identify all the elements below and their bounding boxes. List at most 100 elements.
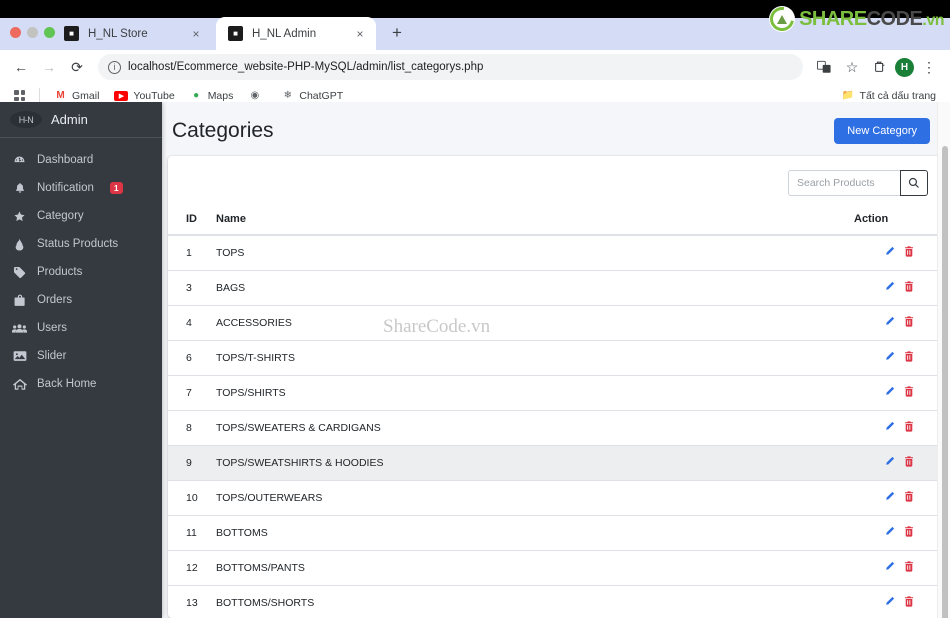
extensions-icon[interactable] <box>867 54 893 80</box>
translate-icon[interactable] <box>811 54 837 80</box>
cell-action <box>854 375 944 411</box>
sidebar-item-notification[interactable]: Notification 1 <box>0 174 162 202</box>
pencil-icon[interactable] <box>884 526 895 540</box>
sidebar-item-category[interactable]: Category <box>0 202 162 230</box>
pencil-icon[interactable] <box>884 456 895 470</box>
table-row[interactable]: 13 BOTTOMS/SHORTS <box>168 585 944 618</box>
trash-icon[interactable] <box>904 526 914 540</box>
reload-icon[interactable]: ⟳ <box>64 54 90 80</box>
vertical-scrollbar-thumb[interactable] <box>942 146 948 618</box>
back-icon[interactable]: ← <box>8 54 34 80</box>
table-row[interactable]: 8 TOPS/SWEATERS & CARDIGANS <box>168 410 944 446</box>
logo-share-text: SHARE <box>799 7 867 30</box>
cell-id: 7 <box>168 375 216 411</box>
pencil-icon[interactable] <box>884 596 895 610</box>
browser-toolbar: ← → ⟳ i localhost/Ecommerce_website-PHP-… <box>0 50 950 84</box>
sidebar-item-users[interactable]: Users <box>0 314 162 342</box>
cell-id: 9 <box>168 445 216 481</box>
table-row[interactable]: 9 TOPS/SWEATSHIRTS & HOODIES <box>168 445 944 481</box>
profile-avatar[interactable]: H <box>895 57 914 77</box>
table-row[interactable]: 11 BOTTOMS <box>168 515 944 551</box>
image-icon <box>12 350 27 362</box>
table-row[interactable]: 6 TOPS/T-SHIRTS <box>168 340 944 376</box>
bookmark-star-icon[interactable]: ☆ <box>839 54 865 80</box>
cell-name: BOTTOMS/PANTS <box>216 550 854 586</box>
table-row[interactable]: 3 BAGS <box>168 270 944 306</box>
new-category-button[interactable]: New Category <box>834 118 930 144</box>
sidebar-item-products[interactable]: Products <box>0 258 162 286</box>
bookmark-label: ChatGPT <box>299 89 344 102</box>
cell-name: TOPS/OUTERWEARS <box>216 480 854 516</box>
divider <box>39 88 40 103</box>
bag-icon <box>12 294 27 307</box>
sidebar-item-back-home[interactable]: Back Home <box>0 370 162 398</box>
tachometer-icon <box>12 154 27 167</box>
sidebar-item-slider[interactable]: Slider <box>0 342 162 370</box>
trash-icon[interactable] <box>904 386 914 400</box>
table-row[interactable]: 10 TOPS/OUTERWEARS <box>168 480 944 516</box>
trash-icon[interactable] <box>904 281 914 295</box>
cell-action <box>854 515 944 551</box>
tab-favicon-icon: ■ <box>228 26 243 41</box>
search-button[interactable] <box>900 170 928 196</box>
address-bar[interactable]: i localhost/Ecommerce_website-PHP-MySQL/… <box>98 54 803 80</box>
users-icon <box>12 323 27 334</box>
cell-name: TOPS/SWEATERS & CARDIGANS <box>216 410 854 446</box>
sidebar-brand[interactable]: H-N Admin <box>0 102 162 138</box>
site-info-icon[interactable]: i <box>108 60 121 74</box>
cell-id: 10 <box>168 480 216 516</box>
cell-id: 11 <box>168 515 216 551</box>
brand-logo-icon: H-N <box>10 111 42 128</box>
close-window-button[interactable] <box>10 27 21 38</box>
sharecode-watermark-logo: SHARECODE.vn <box>765 2 944 36</box>
pencil-icon[interactable] <box>884 561 895 575</box>
browser-tab-admin[interactable]: ■ H_NL Admin × <box>216 17 376 50</box>
cell-action <box>854 234 944 271</box>
pencil-icon[interactable] <box>884 386 895 400</box>
table-row[interactable]: 7 TOPS/SHIRTS <box>168 375 944 411</box>
sidebar-item-label: Users <box>37 322 68 334</box>
apps-shortcut-button[interactable] <box>8 88 31 103</box>
brand-name: Admin <box>51 112 88 127</box>
forward-icon[interactable]: → <box>36 54 62 80</box>
pencil-icon[interactable] <box>884 316 895 330</box>
cell-action <box>854 340 944 376</box>
search-input[interactable] <box>788 170 900 196</box>
pencil-icon[interactable] <box>884 351 895 365</box>
cell-name: TOPS/T-SHIRTS <box>216 340 854 376</box>
table-row[interactable]: 12 BOTTOMS/PANTS <box>168 550 944 586</box>
table-row[interactable]: 4 ACCESSORIES <box>168 305 944 341</box>
trash-icon[interactable] <box>904 316 914 330</box>
close-tab-button[interactable]: × <box>352 27 368 41</box>
window-controls[interactable] <box>10 27 55 38</box>
pencil-icon[interactable] <box>884 491 895 505</box>
tab-favicon-icon: ■ <box>64 26 79 41</box>
table-head: ID Name Action <box>168 206 944 236</box>
pencil-icon[interactable] <box>884 246 895 260</box>
trash-icon[interactable] <box>904 421 914 435</box>
trash-icon[interactable] <box>904 561 914 575</box>
cell-action <box>854 585 944 618</box>
trash-icon[interactable] <box>904 456 914 470</box>
new-tab-button[interactable]: + <box>384 20 410 46</box>
sidebar-item-label: Category <box>37 210 84 222</box>
cell-action <box>854 480 944 516</box>
column-header-name: Name <box>216 206 854 236</box>
trash-icon[interactable] <box>904 491 914 505</box>
sidebar-item-status-products[interactable]: Status Products <box>0 230 162 258</box>
browser-window: SHARECODE.vn ■ H_NL Store × ■ H_NL Admin… <box>0 0 950 618</box>
trash-icon[interactable] <box>904 351 914 365</box>
trash-icon[interactable] <box>904 596 914 610</box>
browser-menu-icon[interactable]: ⋮ <box>916 54 942 80</box>
trash-icon[interactable] <box>904 246 914 260</box>
close-tab-button[interactable]: × <box>188 27 204 41</box>
maximize-window-button[interactable] <box>44 27 55 38</box>
pencil-icon[interactable] <box>884 281 895 295</box>
minimize-window-button[interactable] <box>27 27 38 38</box>
pencil-icon[interactable] <box>884 421 895 435</box>
table-row[interactable]: 1 TOPS <box>168 234 944 271</box>
table-header-row: ID Name Action <box>168 206 944 236</box>
sidebar-item-dashboard[interactable]: Dashboard <box>0 146 162 174</box>
browser-tab-store[interactable]: ■ H_NL Store × <box>52 17 212 50</box>
sidebar-item-orders[interactable]: Orders <box>0 286 162 314</box>
